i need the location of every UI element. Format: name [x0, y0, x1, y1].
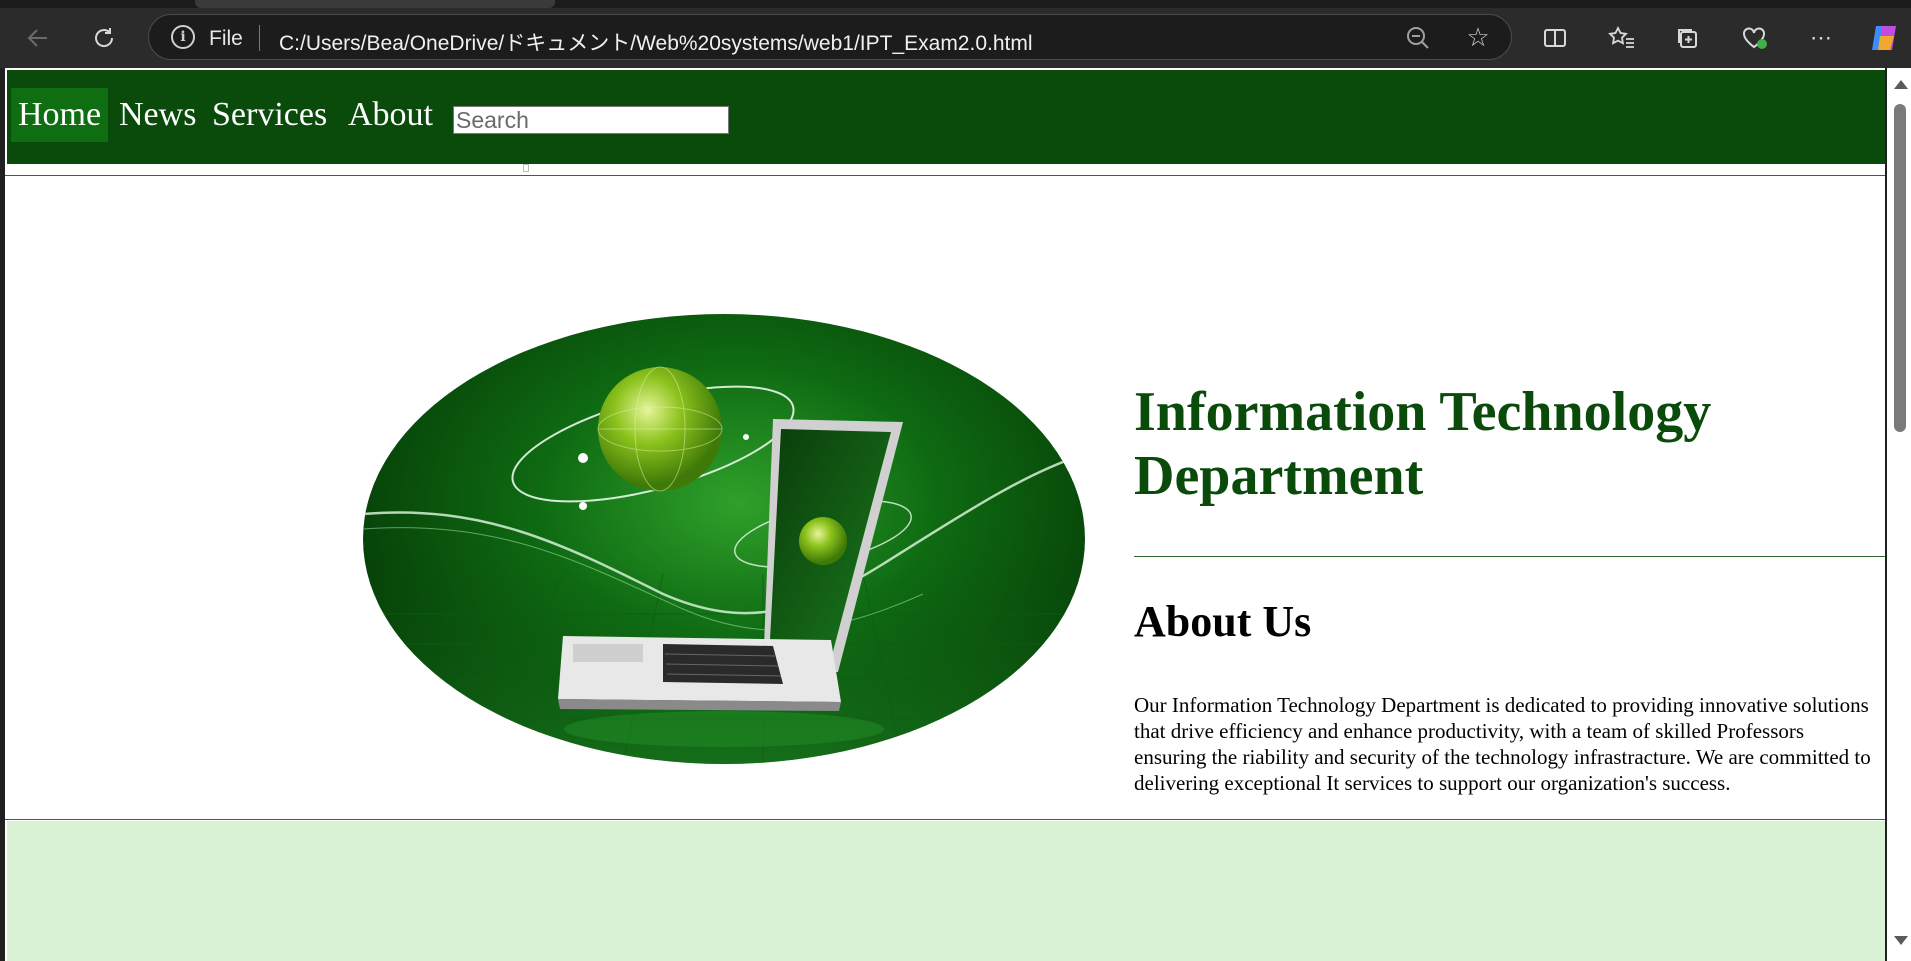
back-icon[interactable] [18, 18, 58, 58]
title-divider [1134, 556, 1885, 557]
broken-image-icon [523, 164, 529, 172]
copilot-icon[interactable] [1864, 18, 1904, 58]
favorites-icon[interactable] [1602, 18, 1642, 58]
about-paragraph: Our Information Technology Department is… [1134, 693, 1871, 795]
reload-icon[interactable] [84, 18, 124, 58]
browser-toolbar: i File C:/Users/Bea/OneDrive/ドキュメント/Web%… [0, 8, 1911, 68]
about-heading: About Us [1134, 597, 1312, 646]
divider [5, 175, 1885, 176]
vertical-scrollbar[interactable] [1887, 68, 1911, 961]
zoom-out-icon[interactable] [1401, 21, 1435, 55]
address-bar[interactable]: i File C:/Users/Bea/OneDrive/ドキュメント/Web%… [148, 14, 1512, 60]
page-title: Information Technology Department [1134, 381, 1712, 507]
nav-item-services[interactable]: Services [205, 88, 334, 142]
address-prefix: File [209, 27, 243, 50]
favorite-star-icon[interactable]: ☆ [1461, 20, 1495, 54]
footer [7, 821, 1885, 961]
collections-icon[interactable] [1668, 18, 1708, 58]
address-separator [259, 25, 260, 51]
search-input[interactable]: Search [453, 106, 729, 134]
active-tab[interactable] [195, 0, 555, 8]
site-info-icon[interactable]: i [171, 25, 195, 49]
nav-item-news[interactable]: News [112, 88, 203, 142]
browser-essentials-icon[interactable] [1735, 18, 1775, 58]
scroll-down-arrow-icon[interactable] [1894, 936, 1908, 945]
address-url[interactable]: C:/Users/Bea/OneDrive/ドキュメント/Web%20syste… [279, 27, 1033, 57]
split-screen-icon[interactable] [1535, 18, 1575, 58]
page-viewport: Home News Services About Search Informat… [5, 68, 1885, 961]
footer-divider [5, 819, 1885, 820]
hero-image [363, 314, 1085, 764]
laptop-globe-illustration [363, 366, 1085, 764]
top-nav: Home News Services About Search [7, 70, 1885, 164]
scroll-up-arrow-icon[interactable] [1894, 80, 1908, 89]
nav-item-home[interactable]: Home [11, 88, 109, 142]
scroll-thumb[interactable] [1894, 104, 1906, 432]
nav-item-about[interactable]: About [341, 88, 440, 142]
tab-strip [0, 0, 1911, 8]
more-menu-icon[interactable]: ⋯ [1801, 18, 1841, 58]
